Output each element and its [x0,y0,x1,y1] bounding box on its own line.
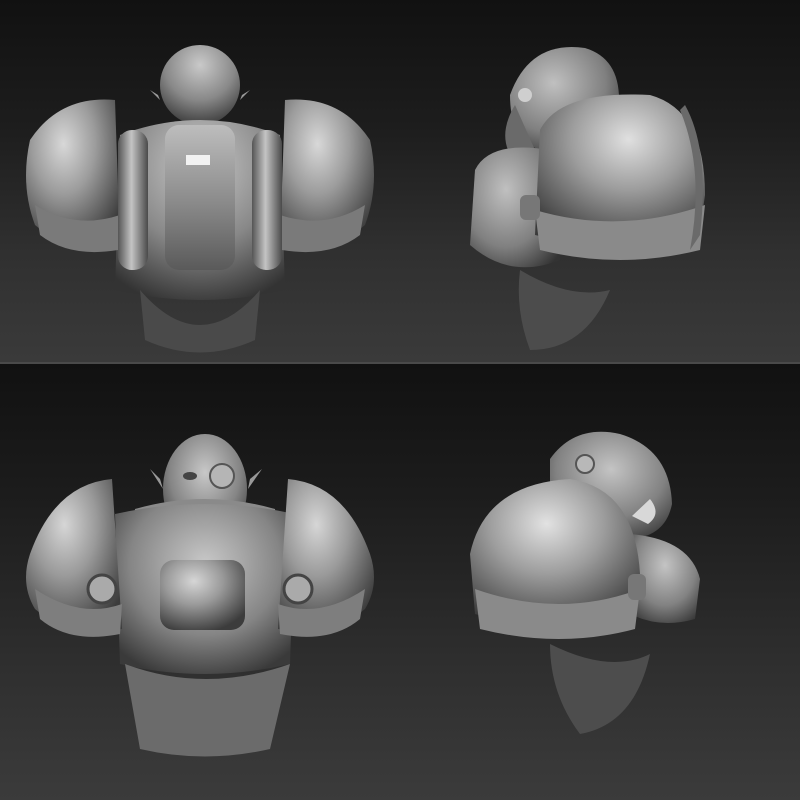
cyber-eye-side [575,454,595,474]
three-quarter-view-render [470,431,700,734]
left-exhaust [118,130,148,270]
back-view [0,0,400,362]
natural-eye [183,472,197,480]
right-shoulder-port [282,573,314,605]
chest-panel [160,560,245,630]
head-back [160,45,240,125]
backpack-highlight [186,155,210,165]
shoulder-clip-front [628,574,646,600]
front-view-render [26,434,374,757]
shoulder-clip [520,195,540,220]
bottom-row-panel [0,364,800,800]
backpack [165,125,235,270]
lower-torso-profile [518,270,610,350]
sculpt-turnaround-sheet [0,0,800,800]
left-shoulder-port [86,573,118,605]
right-exhaust [252,130,282,270]
eye-lens [518,88,532,102]
back-view-render [26,45,374,353]
lower-torso-three-quarter [550,644,650,734]
left-ear [150,90,160,100]
left-ear-front [150,469,163,489]
right-ear [240,90,250,100]
cyber-eye [209,463,235,489]
profile-view-render [470,46,705,350]
three-quarter-view [400,364,800,800]
top-row-panel [0,0,800,362]
abdomen [125,664,290,757]
front-view [0,364,400,800]
profile-view [400,0,800,362]
right-ear-front [248,469,262,489]
